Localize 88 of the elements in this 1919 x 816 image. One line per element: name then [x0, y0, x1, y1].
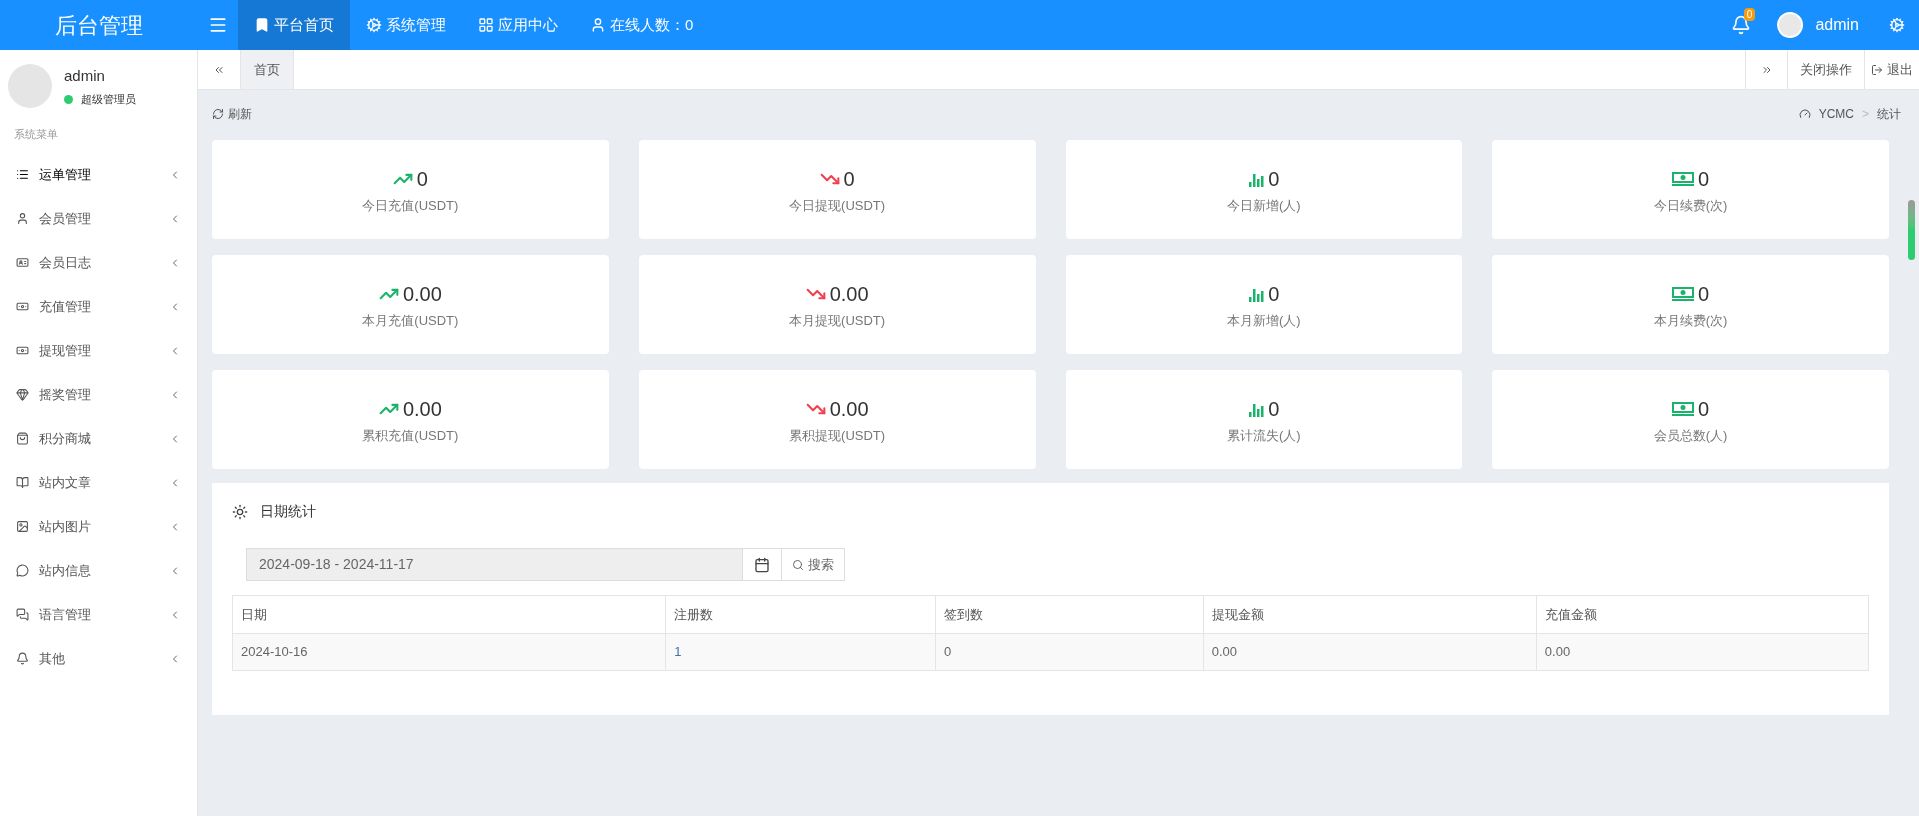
sidebar-item[interactable]: 站内图片 [0, 504, 197, 549]
table-cell: 0 [935, 634, 1203, 670]
stat-label: 累计流失(人) [1227, 426, 1301, 445]
refresh-button[interactable]: 刷新 [212, 105, 252, 123]
stat-value: 0.00 [402, 281, 442, 307]
user-role: 超级管理员 [81, 92, 136, 107]
stat-label: 累积充值(USDT) [362, 426, 459, 445]
menu-item-icon [16, 212, 29, 225]
stat-label: 本月新增(人) [1227, 311, 1301, 330]
stat-label: 今日续费(次) [1653, 196, 1728, 215]
calendar-button[interactable] [743, 548, 782, 581]
table-cell: 1 [665, 634, 935, 670]
sidebar-item[interactable]: 语言管理 [0, 592, 197, 637]
sidebar-item[interactable]: 摇奖管理 [0, 372, 197, 417]
stat-value: 0.00 [829, 281, 869, 307]
date-range-field[interactable]: 2024-09-18 - 2024-11-17 [246, 548, 743, 581]
avatar [1777, 12, 1804, 38]
sidebar-item[interactable]: 会员管理 [0, 196, 197, 241]
menu-item-icon [16, 652, 29, 665]
stat-label: 今日充值(USDT) [362, 196, 459, 215]
sidebar-item[interactable]: 会员日志 [0, 240, 197, 285]
grid-icon [478, 17, 494, 33]
menu-item-icon [16, 344, 29, 357]
menu-item-icon [16, 256, 29, 269]
menu-icon [208, 15, 228, 35]
logout-icon [1871, 63, 1883, 76]
stat-value: 0 [1268, 166, 1280, 192]
table-cell-text: 2024-10-16 [240, 643, 309, 662]
scrollbar [1908, 200, 1915, 260]
user-icon [590, 17, 606, 33]
breadcrumb-item: 统计 [1877, 106, 1901, 123]
dashboard-icon [1798, 108, 1811, 120]
menu-item-icon [16, 432, 29, 445]
stat-label: 累积提现(USDT) [789, 426, 886, 445]
banknote-icon [1672, 171, 1695, 186]
stat-label: 本月充值(USDT) [362, 311, 459, 330]
sidebar-item[interactable]: 站内信息 [0, 548, 197, 593]
stat-label: 本月提现(USDT) [789, 311, 886, 330]
stat-label: 今日提现(USDT) [789, 196, 886, 215]
sidebar-item[interactable]: 其他 [0, 636, 197, 681]
refresh-icon [212, 108, 224, 120]
banknote-icon [1672, 286, 1695, 301]
page-tab[interactable]: 首页 [241, 50, 294, 89]
breadcrumb-separator: > [1862, 106, 1869, 123]
menu-item-icon [16, 388, 29, 401]
stat-label: 本月续费(次) [1653, 311, 1728, 330]
menu-item-icon [16, 608, 29, 621]
sidebar-item[interactable]: 积分商城 [0, 416, 197, 461]
sidebar-item[interactable]: 站内文章 [0, 460, 197, 505]
stat-label: 今日新增(人) [1227, 196, 1301, 215]
notification-badge: 0 [1743, 8, 1756, 21]
search-button[interactable]: 搜索 [782, 548, 845, 581]
nav-tab[interactable]: 平台首页 [238, 0, 350, 50]
sidebar-item[interactable]: 充值管理 [0, 284, 197, 329]
stat-label: 会员总数(人) [1653, 426, 1728, 445]
user-name: admin [64, 65, 106, 86]
menu-item-icon [16, 476, 29, 489]
logout-button[interactable]: 退出 [1864, 50, 1919, 89]
stat-value: 0 [843, 166, 855, 192]
table-cell: 0.00 [1535, 634, 1868, 670]
banknote-icon [1672, 401, 1695, 416]
avatar [8, 64, 52, 108]
bookmark-icon [254, 17, 270, 33]
stat-value: 0.00 [402, 396, 442, 422]
menu-item-icon [16, 168, 29, 181]
calendar-icon [754, 556, 770, 573]
stat-value: 0.00 [829, 396, 869, 422]
cogs-icon [366, 17, 382, 33]
menu-item-icon [16, 300, 29, 313]
panel-title: 日期统计 [260, 502, 316, 521]
stat-value: 0 [1268, 281, 1280, 307]
stat-value: 0 [416, 166, 428, 192]
stat-value: 0 [1268, 396, 1280, 422]
breadcrumb-item[interactable]: YCMC [1818, 105, 1854, 123]
column-header: 日期 [240, 605, 268, 624]
search-icon [792, 558, 804, 571]
stat-value: 0 [1698, 396, 1710, 422]
table-cell: 0.00 [1202, 634, 1536, 670]
sidebar-item[interactable]: 运单管理 [0, 152, 197, 197]
settings-icon [1889, 17, 1905, 33]
stat-value: 0 [1698, 166, 1710, 192]
menu-section-title: 系统菜单 [13, 127, 59, 142]
sidebar-item[interactable]: 提现管理 [0, 328, 197, 373]
app-logo: 后台管理 [55, 11, 143, 40]
close-tabs-button[interactable]: 关闭操作 [1787, 50, 1864, 89]
menu-item-icon [16, 520, 29, 533]
stat-value: 0 [1698, 281, 1710, 307]
menu-item-icon [16, 564, 29, 577]
